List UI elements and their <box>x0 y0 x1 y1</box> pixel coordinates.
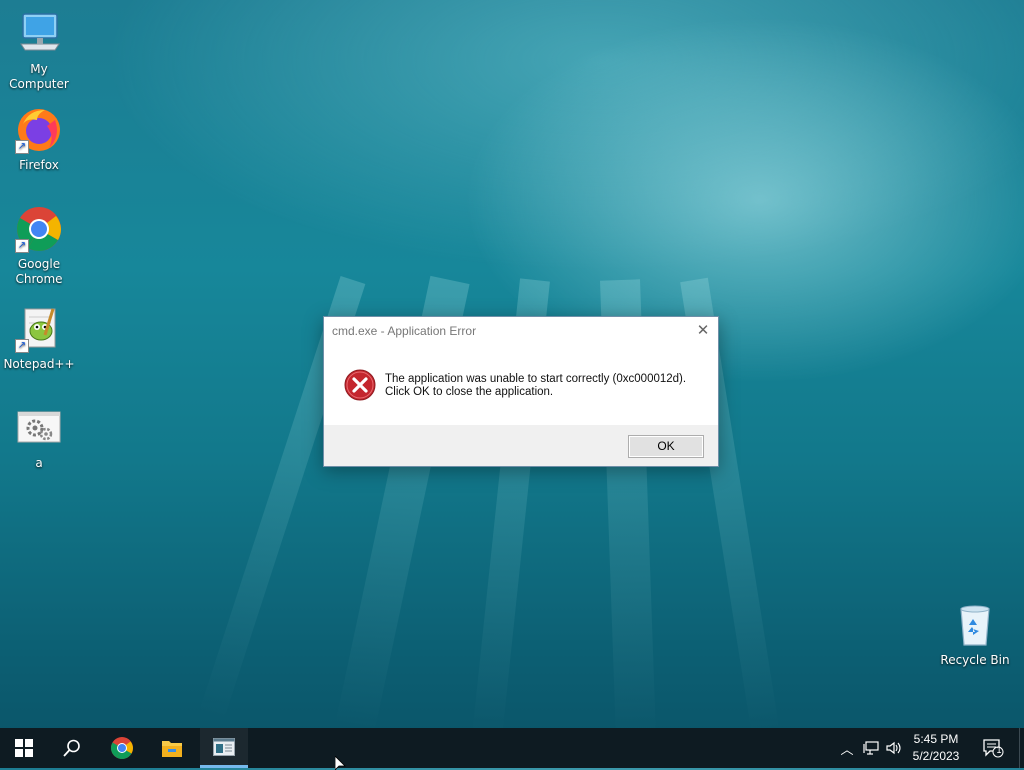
error-icon <box>344 369 376 401</box>
ok-button[interactable]: OK <box>628 435 704 458</box>
desktop-icon-label: Notepad++ <box>3 357 75 371</box>
clock-date: 5/2/2023 <box>912 749 960 763</box>
notification-count-badge: 1 <box>996 745 1002 755</box>
desktop-icon-recycle-bin[interactable]: Recycle Bin <box>937 601 1013 668</box>
firefox-icon: ↗ <box>15 106 63 154</box>
network-tray-button[interactable] <box>861 728 881 768</box>
action-center-button[interactable]: 1 <box>978 728 1008 768</box>
show-hidden-icons[interactable]: ︿ <box>838 728 856 768</box>
clock-time: 5:45 PM <box>913 732 959 746</box>
settings-file-icon <box>15 404 63 452</box>
show-desktop-button[interactable] <box>1019 728 1024 768</box>
taskbar-file-explorer[interactable] <box>148 728 196 768</box>
desktop-icon-notepadpp[interactable]: ↗ Notepad++ <box>1 305 77 372</box>
shortcut-arrow-icon: ↗ <box>15 140 29 154</box>
dialog-title: cmd.exe - Application Error <box>332 324 477 338</box>
desktop-icon-label: Google Chrome <box>15 257 63 286</box>
notepadpp-icon: ↗ <box>15 305 63 353</box>
chevron-up-icon: ︿ <box>840 742 854 758</box>
taskbar-running-app[interactable] <box>200 728 248 768</box>
search-button[interactable] <box>48 728 96 768</box>
window-app-icon <box>213 737 235 756</box>
shortcut-arrow-icon: ↗ <box>15 239 29 253</box>
search-icon <box>63 739 80 757</box>
dialog-message-line: The application was unable to start corr… <box>385 373 687 385</box>
desktop-icon-chrome[interactable]: ↗ Google Chrome <box>1 205 77 287</box>
desktop-icon-label: a <box>35 456 43 470</box>
desktop-icon-label: My Computer <box>9 62 69 91</box>
shortcut-arrow-icon: ↗ <box>15 339 29 353</box>
computer-icon <box>15 10 63 58</box>
recycle-bin-icon <box>951 601 999 649</box>
taskbar-clock[interactable]: 5:45 PM 5/2/2023 <box>906 731 966 765</box>
desktop-icon-label: Recycle Bin <box>940 653 1010 667</box>
desktop-icon-a[interactable]: a <box>1 404 77 471</box>
dialog-message: The application was unable to start corr… <box>385 373 686 399</box>
taskbar: ︿ 5:45 PM 5/2/2023 1 <box>0 728 1024 768</box>
application-error-dialog: cmd.exe - Application Error ✕ The applic… <box>323 316 719 467</box>
start-button[interactable] <box>0 728 48 768</box>
file-explorer-icon <box>162 741 182 757</box>
desktop-icon-firefox[interactable]: ↗ Firefox <box>1 106 77 173</box>
speaker-icon <box>886 741 901 755</box>
dialog-titlebar[interactable]: cmd.exe - Application Error ✕ <box>324 317 718 345</box>
desktop-icon-my-computer[interactable]: My Computer <box>1 10 77 92</box>
taskbar-chrome[interactable] <box>98 728 146 768</box>
desktop-icon-label: Firefox <box>19 158 59 172</box>
chrome-icon <box>111 737 133 759</box>
volume-tray-button[interactable] <box>884 728 904 768</box>
dialog-footer: OK <box>324 425 718 466</box>
start-icon <box>15 739 33 757</box>
chrome-icon: ↗ <box>15 205 63 253</box>
dialog-message-line: Click OK to close the application. <box>385 386 554 398</box>
close-icon[interactable]: ✕ <box>694 321 712 339</box>
network-icon <box>863 741 879 755</box>
dialog-body: The application was unable to start corr… <box>324 345 718 425</box>
